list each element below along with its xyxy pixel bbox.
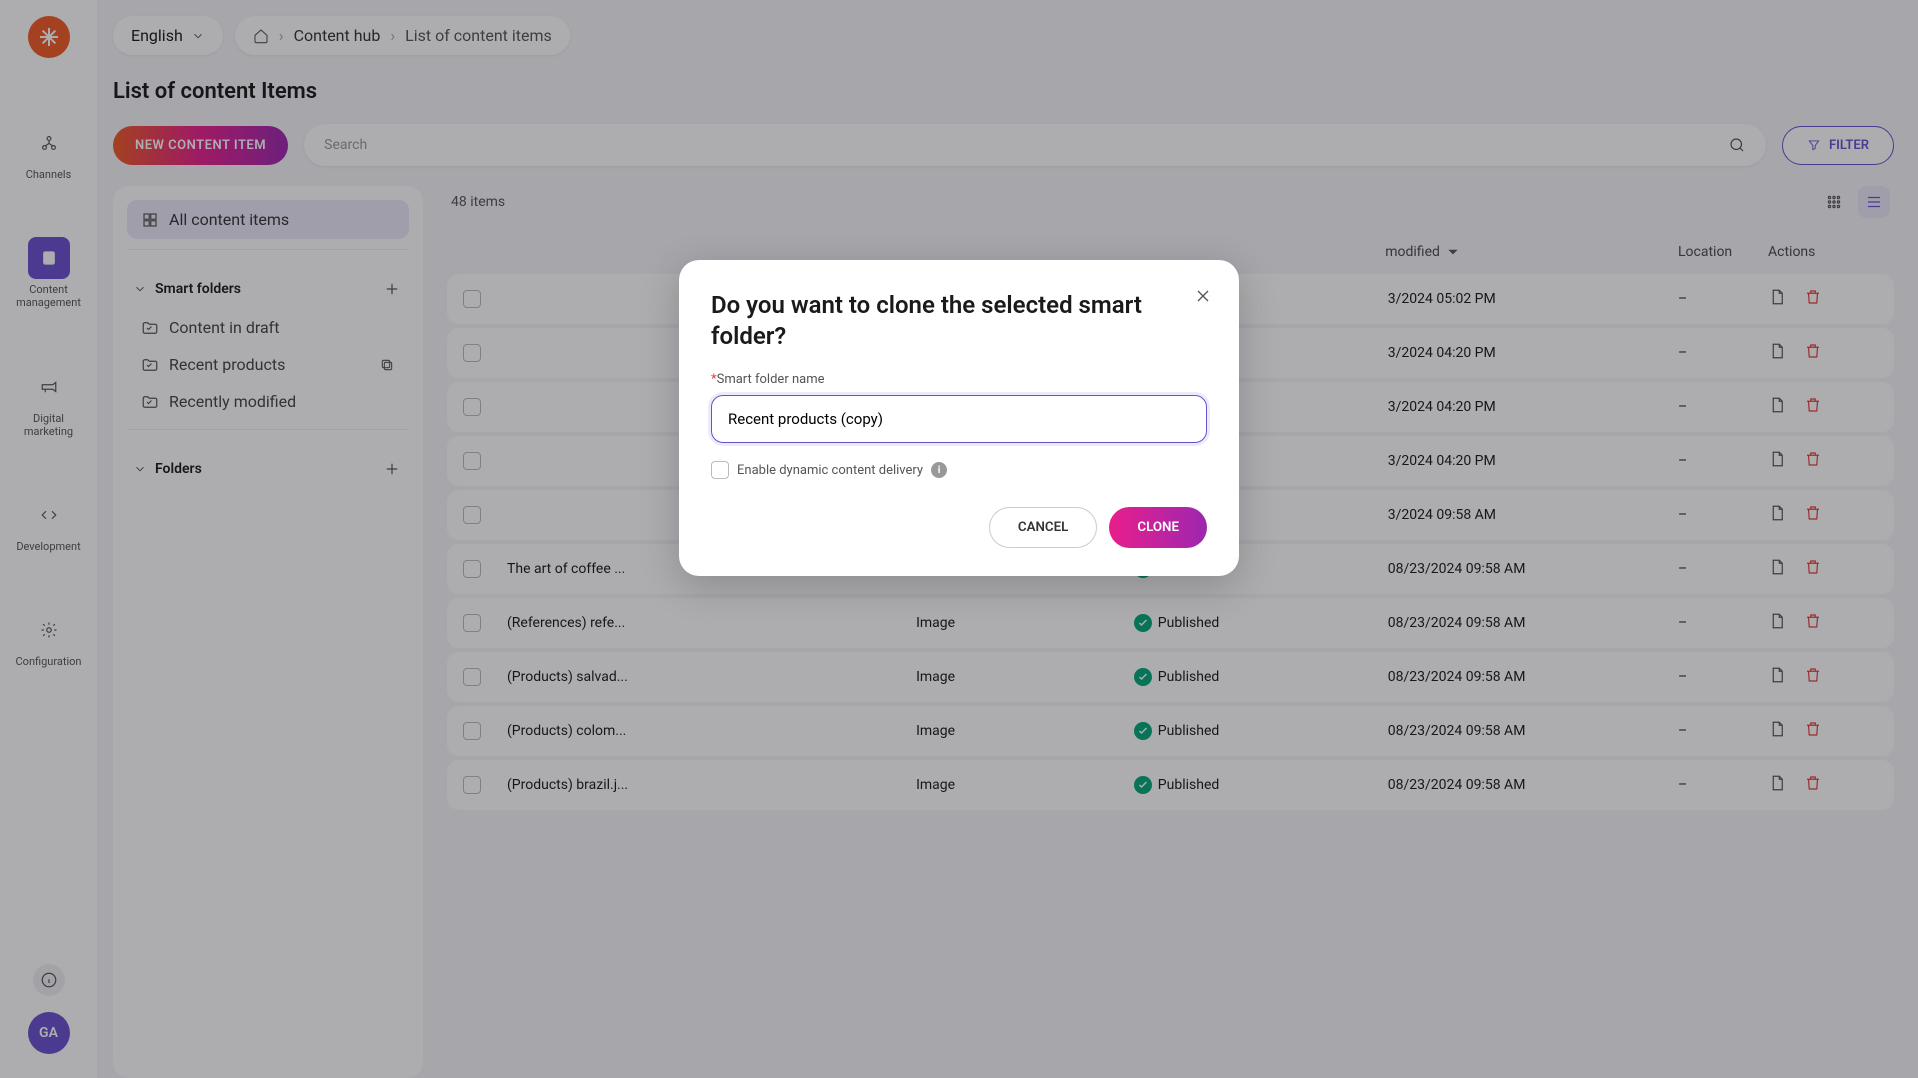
enable-dynamic-delivery-checkbox[interactable] [711,461,729,479]
modal-title: Do you want to clone the selected smart … [711,290,1207,352]
clone-button[interactable]: CLONE [1109,507,1207,548]
info-icon[interactable]: i [931,462,947,478]
clone-smart-folder-modal: Do you want to clone the selected smart … [679,260,1239,576]
close-icon [1193,286,1213,306]
modal-close-button[interactable] [1193,286,1213,310]
modal-field-label: *Smart folder name [711,372,1207,387]
checkbox-label: Enable dynamic content delivery [737,463,923,478]
modal-overlay: Do you want to clone the selected smart … [0,0,1918,1078]
cancel-button[interactable]: CANCEL [989,507,1097,548]
smart-folder-name-input[interactable] [711,395,1207,443]
